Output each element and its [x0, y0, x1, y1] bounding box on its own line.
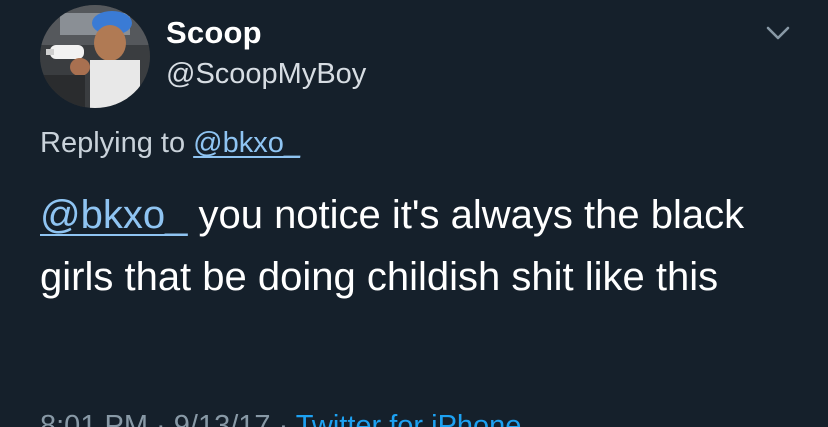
avatar[interactable] — [40, 5, 150, 108]
avatar-photo — [40, 5, 150, 108]
body-mention-link[interactable]: @bkxo_ — [40, 193, 187, 237]
replying-to-line: Replying to @bkxo_ — [40, 127, 300, 160]
tweet-body: @bkxo_ you notice it's always the black … — [40, 184, 800, 308]
replying-to-mention-link[interactable]: @bkxo_ — [193, 127, 300, 159]
tweet-card: Scoop @ScoopMyBoy Replying to @bkxo_ @bk… — [0, 0, 828, 427]
tweet-source-link[interactable]: Twitter for iPhone — [296, 410, 522, 427]
tweet-timestamp[interactable]: 8:01 PM · 9/13/17 · — [40, 410, 296, 427]
user-handle[interactable]: @ScoopMyBoy — [166, 58, 366, 91]
chevron-down-icon[interactable] — [760, 20, 796, 48]
tweet-metadata: 8:01 PM · 9/13/17 · Twitter for iPhone — [40, 410, 521, 427]
replying-to-label: Replying to — [40, 127, 194, 159]
display-name[interactable]: Scoop — [166, 15, 262, 51]
